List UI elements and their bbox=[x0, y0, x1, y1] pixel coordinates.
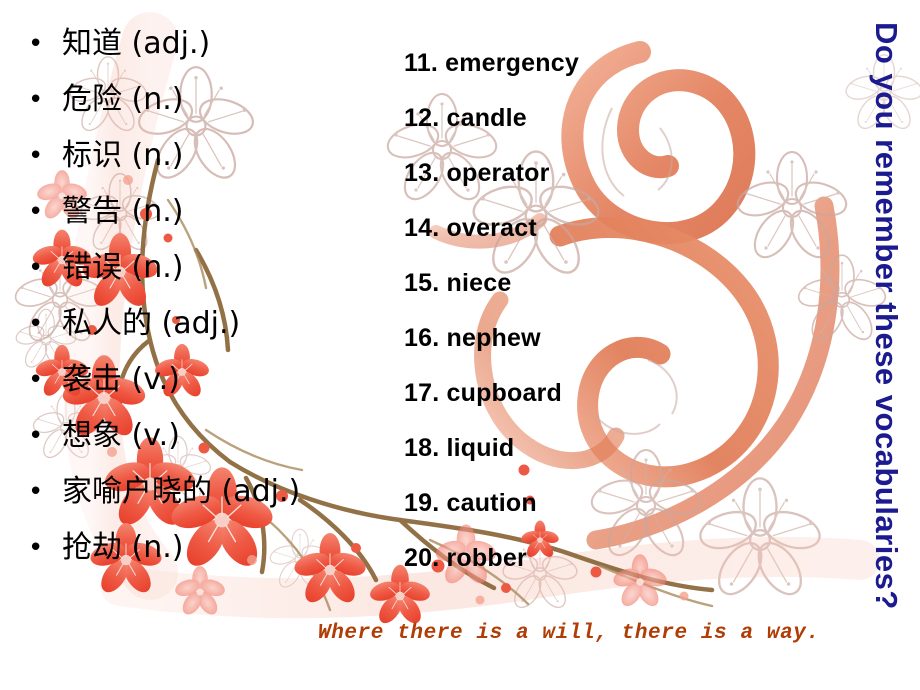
list-item: 20. robber bbox=[404, 544, 527, 572]
list-item: • 抢劫 (n.) bbox=[18, 520, 378, 576]
list-item: • 私人的 (adj.) bbox=[18, 296, 378, 352]
chinese-term: 危险 (n.) bbox=[62, 82, 184, 117]
bullet-icon: • bbox=[28, 477, 44, 507]
chinese-term: 家喻户晓的 (adj.) bbox=[62, 474, 301, 509]
slide-title-vertical: Do you remember these vocabularies? bbox=[858, 22, 914, 652]
list-item: 13. operator bbox=[404, 159, 550, 187]
bullet-icon: • bbox=[28, 141, 44, 171]
bullet-icon: • bbox=[28, 85, 44, 115]
slide-canvas: • 知道 (adj.) • 危险 (n.) • 标识 (n.) • 警告 (n.… bbox=[0, 0, 920, 690]
list-item: • 袭击 (v.) bbox=[18, 352, 378, 408]
list-item: • 错误 (n.) bbox=[18, 240, 378, 296]
chinese-term: 想象 (v.) bbox=[62, 418, 180, 453]
proverb-text: Where there is a will, there is a way. bbox=[318, 622, 820, 645]
list-item: 14. overact bbox=[404, 214, 537, 242]
list-item: 12. candle bbox=[404, 104, 527, 132]
outline-daisy-flower-9 bbox=[732, 150, 852, 265]
page-title: Do you remember these vocabularies? bbox=[869, 22, 904, 610]
list-item: 17. cupboard bbox=[404, 379, 562, 407]
english-vocabulary-list: 11. emergency 12. candle 13. operator 14… bbox=[404, 36, 654, 586]
list-item: • 警告 (n.) bbox=[18, 184, 378, 240]
bullet-icon: • bbox=[28, 253, 44, 283]
chinese-term: 袭击 (v.) bbox=[62, 362, 180, 397]
chinese-vocabulary-list: • 知道 (adj.) • 危险 (n.) • 标识 (n.) • 警告 (n.… bbox=[18, 16, 378, 576]
bullet-icon: • bbox=[28, 29, 44, 59]
bullet-icon: • bbox=[28, 365, 44, 395]
list-item: • 知道 (adj.) bbox=[18, 16, 378, 72]
list-item: • 危险 (n.) bbox=[18, 72, 378, 128]
chinese-term: 警告 (n.) bbox=[62, 194, 184, 229]
chinese-term: 私人的 (adj.) bbox=[62, 306, 241, 341]
list-item: • 家喻户晓的 (adj.) bbox=[18, 464, 378, 520]
chinese-term: 错误 (n.) bbox=[62, 250, 184, 285]
list-item: 18. liquid bbox=[404, 434, 515, 462]
list-item: • 标识 (n.) bbox=[18, 128, 378, 184]
list-item: 19. caution bbox=[404, 489, 537, 517]
bullet-icon: • bbox=[28, 421, 44, 451]
chinese-term: 知道 (adj.) bbox=[62, 26, 211, 61]
bullet-icon: • bbox=[28, 533, 44, 563]
chinese-term: 抢劫 (n.) bbox=[62, 530, 184, 565]
list-item: 16. nephew bbox=[404, 324, 541, 352]
chinese-term: 标识 (n.) bbox=[62, 138, 184, 173]
list-item: 15. niece bbox=[404, 269, 512, 297]
list-item: 11. emergency bbox=[404, 49, 579, 77]
bullet-icon: • bbox=[28, 197, 44, 227]
bullet-icon: • bbox=[28, 309, 44, 339]
list-item: • 想象 (v.) bbox=[18, 408, 378, 464]
outline-daisy-flower-12 bbox=[694, 477, 826, 603]
